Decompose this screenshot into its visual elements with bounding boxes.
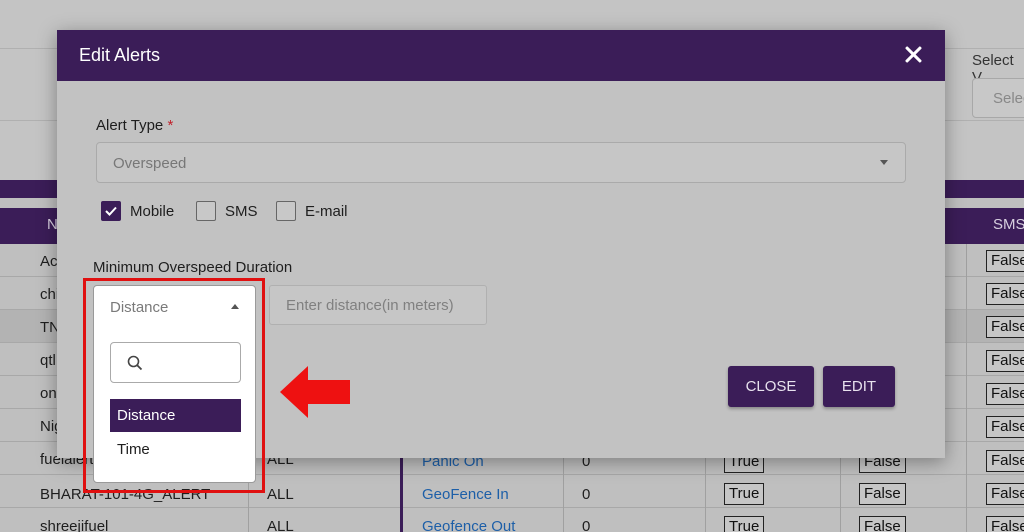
modal-title: Edit Alerts <box>79 45 161 65</box>
distance-input-placeholder: Enter distance(in meters) <box>286 297 454 314</box>
cell-sms-badge: False <box>986 350 1024 372</box>
close-icon[interactable] <box>901 42 927 68</box>
checkbox-box <box>276 201 296 221</box>
close-button[interactable]: CLOSE <box>728 366 814 407</box>
required-marker: * <box>167 117 174 134</box>
cell-sms-badge: False <box>986 283 1024 305</box>
edit-button[interactable]: EDIT <box>823 366 895 407</box>
alert-type-value: Overspeed <box>113 155 187 172</box>
alert-type-select[interactable]: Overspeed <box>96 142 906 183</box>
cell-name: qtl <box>40 352 56 369</box>
caret-down-icon <box>880 160 888 165</box>
modal-header: Edit Alerts <box>57 30 945 81</box>
checkmark-icon <box>101 201 121 221</box>
cell-name: on <box>40 385 57 402</box>
cell-mobile-badge: True <box>724 483 765 505</box>
column-divider <box>966 244 967 532</box>
distance-input[interactable]: Enter distance(in meters) <box>269 285 487 325</box>
cell-sms-badge: False <box>986 450 1024 472</box>
cell-sms-badge: False <box>986 516 1024 532</box>
arrow-left-icon <box>280 366 350 418</box>
alert-type-label: Alert Type * <box>96 117 174 134</box>
cell-sms-badge: False <box>986 416 1024 438</box>
mobile-checkbox-label: Mobile <box>130 203 175 220</box>
cell-name: shreejifuel <box>40 518 109 532</box>
cell-user: ALL <box>267 486 294 503</box>
cell-alert-link[interactable]: GeoFence In <box>422 486 509 503</box>
cell-email-badge: False <box>859 516 906 532</box>
cell-alert-link[interactable]: Geofence Out <box>422 518 515 532</box>
checkbox-box <box>196 201 216 221</box>
cell-sms-badge: False <box>986 383 1024 405</box>
column-header-sms: SMS <box>993 216 1024 233</box>
email-checkbox-label: E-mail <box>305 203 348 220</box>
cell-sms-badge: False <box>986 250 1024 272</box>
cell-mobile-badge: True <box>724 516 765 532</box>
min-overspeed-duration-label: Minimum Overspeed Duration <box>93 259 293 276</box>
highlight-box <box>83 278 265 493</box>
cell-email-badge: False <box>859 483 906 505</box>
cell-sms-badge: False <box>986 316 1024 338</box>
cell-count: 0 <box>582 486 591 503</box>
cell-count: 0 <box>582 518 591 532</box>
cell-name: Ac <box>40 253 58 270</box>
cell-user: ALL <box>267 518 294 532</box>
sms-checkbox-label: SMS <box>225 203 258 220</box>
vehicle-select[interactable]: Selec <box>972 78 1024 118</box>
cell-sms-badge: False <box>986 483 1024 505</box>
